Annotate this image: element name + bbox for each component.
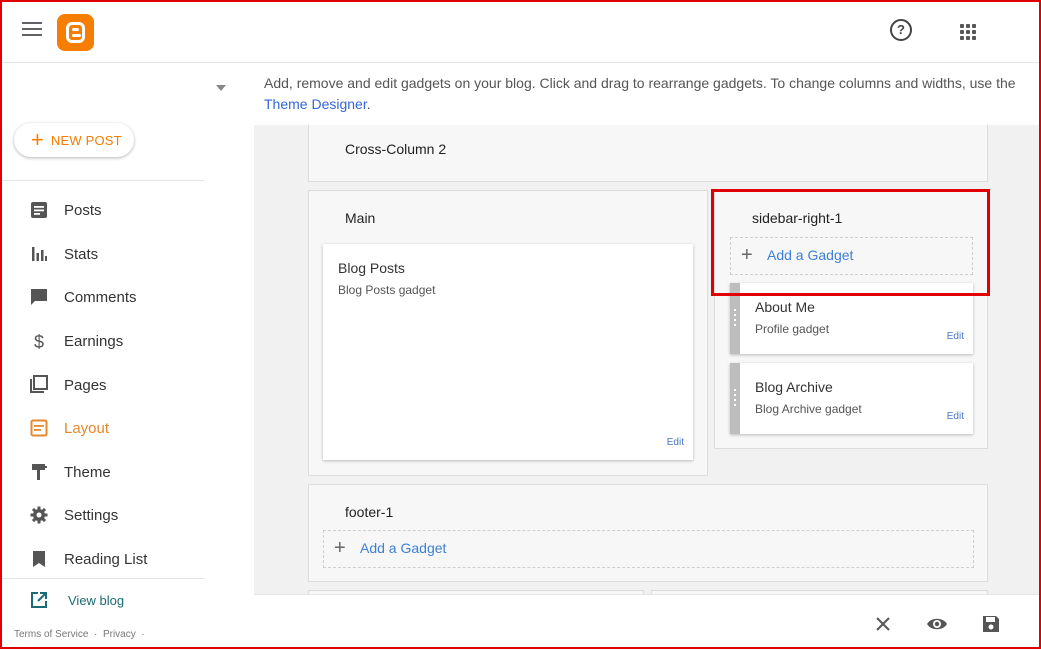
add-gadget-button[interactable]: + Add a Gadget — [730, 237, 973, 275]
new-post-label: NEW POST — [50, 132, 122, 148]
sidebar-item-reading-list[interactable]: Reading List — [0, 538, 204, 582]
info-text-end: . — [366, 96, 371, 112]
gadget-about-me[interactable]: About Me Profile gadget Edit — [730, 283, 973, 354]
plus-icon: + — [31, 127, 44, 152]
close-icon[interactable] — [872, 613, 894, 635]
sidebar-item-label: Layout — [64, 420, 110, 438]
sidebar-item-settings[interactable]: Settings — [0, 494, 204, 538]
sidebar-item-label: Earnings — [64, 333, 124, 351]
sidebar-item-label: Posts — [64, 202, 102, 220]
drag-handle-icon[interactable] — [730, 363, 740, 434]
settings-icon — [30, 506, 48, 524]
pages-icon — [30, 375, 48, 394]
sidebar-item-theme[interactable]: Theme — [0, 451, 204, 495]
svg-text:$: $ — [34, 332, 44, 350]
apps-grid-icon[interactable] — [960, 24, 976, 40]
theme-designer-link[interactable]: Theme Designer — [264, 96, 367, 112]
sidebar-item-label: Comments — [64, 289, 137, 307]
plus-icon: + — [741, 244, 753, 266]
sidebar-item-label: Pages — [64, 376, 107, 394]
section-cross-column-2: Cross-Column 2 — [308, 125, 988, 182]
layout-icon — [30, 419, 48, 437]
sidebar: + NEW POST Posts Stats Comments $ Earnin… — [0, 63, 254, 649]
separator-dot: · — [141, 629, 145, 640]
eye-icon[interactable] — [926, 613, 948, 635]
gadget-subtitle: Blog Archive gadget — [755, 402, 862, 416]
gadget-subtitle: Profile gadget — [755, 322, 830, 336]
view-blog-label: View blog — [68, 592, 125, 608]
blogger-logo[interactable] — [57, 14, 94, 51]
external-link-icon — [31, 592, 47, 608]
hamburger-menu-icon[interactable] — [22, 22, 42, 38]
stats-icon — [32, 246, 47, 261]
sidebar-nav: Posts Stats Comments $ Earnings Pages La… — [0, 189, 204, 581]
add-gadget-button[interactable]: + Add a Gadget — [323, 530, 974, 568]
earnings-icon: $ — [34, 332, 44, 350]
save-icon[interactable] — [980, 613, 1002, 635]
section-title: sidebar-right-1 — [752, 210, 843, 226]
section-footer-1: footer-1 + Add a Gadget — [308, 484, 988, 582]
separator-dot: · — [94, 629, 98, 640]
posts-icon — [31, 202, 47, 218]
sidebar-item-label: Reading List — [64, 551, 148, 569]
gadget-title: About Me — [755, 299, 815, 315]
layout-content: Add, remove and edit gadgets on your blo… — [254, 63, 1041, 649]
plus-icon: + — [334, 537, 346, 559]
section-title: footer-1 — [345, 504, 394, 520]
section-title: Main — [345, 210, 376, 226]
add-gadget-label: Add a Gadget — [767, 247, 854, 263]
gadget-edit-link[interactable]: Edit — [667, 437, 684, 448]
sidebar-item-label: Theme — [64, 463, 111, 481]
sidebar-item-pages[interactable]: Pages — [0, 363, 204, 407]
view-blog-link[interactable]: View blog — [30, 591, 124, 609]
sidebar-item-comments[interactable]: Comments — [0, 276, 204, 320]
layout-info-text: Add, remove and edit gadgets on your blo… — [264, 73, 1024, 115]
gadget-edit-link[interactable]: Edit — [947, 411, 964, 422]
help-icon[interactable]: ? — [890, 19, 912, 41]
new-post-button[interactable]: + NEW POST — [14, 123, 134, 157]
sidebar-item-earnings[interactable]: $ Earnings — [0, 320, 204, 364]
sidebar-divider — [0, 180, 204, 181]
top-bar: ? — [0, 0, 1041, 63]
theme-icon — [32, 463, 47, 480]
add-gadget-label: Add a Gadget — [360, 540, 447, 556]
privacy-link[interactable]: Privacy — [103, 629, 136, 640]
sidebar-divider — [0, 578, 204, 579]
gadget-title: Blog Posts — [338, 260, 405, 276]
bottom-action-bar — [254, 594, 1041, 650]
gadget-subtitle: Blog Posts gadget — [338, 283, 436, 297]
sidebar-item-posts[interactable]: Posts — [0, 189, 204, 233]
gadget-edit-link[interactable]: Edit — [947, 331, 964, 342]
section-sidebar-right-1: sidebar-right-1 + Add a Gadget About Me … — [714, 190, 988, 449]
terms-of-service-link[interactable]: Terms of Service — [14, 629, 88, 640]
reading-list-icon — [33, 550, 45, 567]
drag-handle-icon[interactable] — [730, 283, 740, 354]
footer-links: Terms of Service · Privacy · — [14, 629, 145, 640]
gadget-blog-posts[interactable]: Blog Posts Blog Posts gadget Edit — [323, 244, 693, 460]
sidebar-item-stats[interactable]: Stats — [0, 233, 204, 277]
sidebar-item-label: Stats — [64, 245, 99, 263]
gadget-title: Blog Archive — [755, 379, 833, 395]
layout-info-banner: Add, remove and edit gadgets on your blo… — [254, 63, 1041, 125]
gadget-blog-archive[interactable]: Blog Archive Blog Archive gadget Edit — [730, 363, 973, 434]
comments-icon — [31, 289, 47, 306]
sidebar-item-layout[interactable]: Layout — [0, 407, 204, 451]
sidebar-item-label: Settings — [64, 507, 119, 525]
info-text: Add, remove and edit gadgets on your blo… — [264, 75, 1016, 91]
blog-selector-dropdown-icon[interactable] — [216, 85, 226, 91]
section-main: Main Blog Posts Blog Posts gadget Edit — [308, 190, 708, 476]
section-title: Cross-Column 2 — [345, 141, 447, 157]
